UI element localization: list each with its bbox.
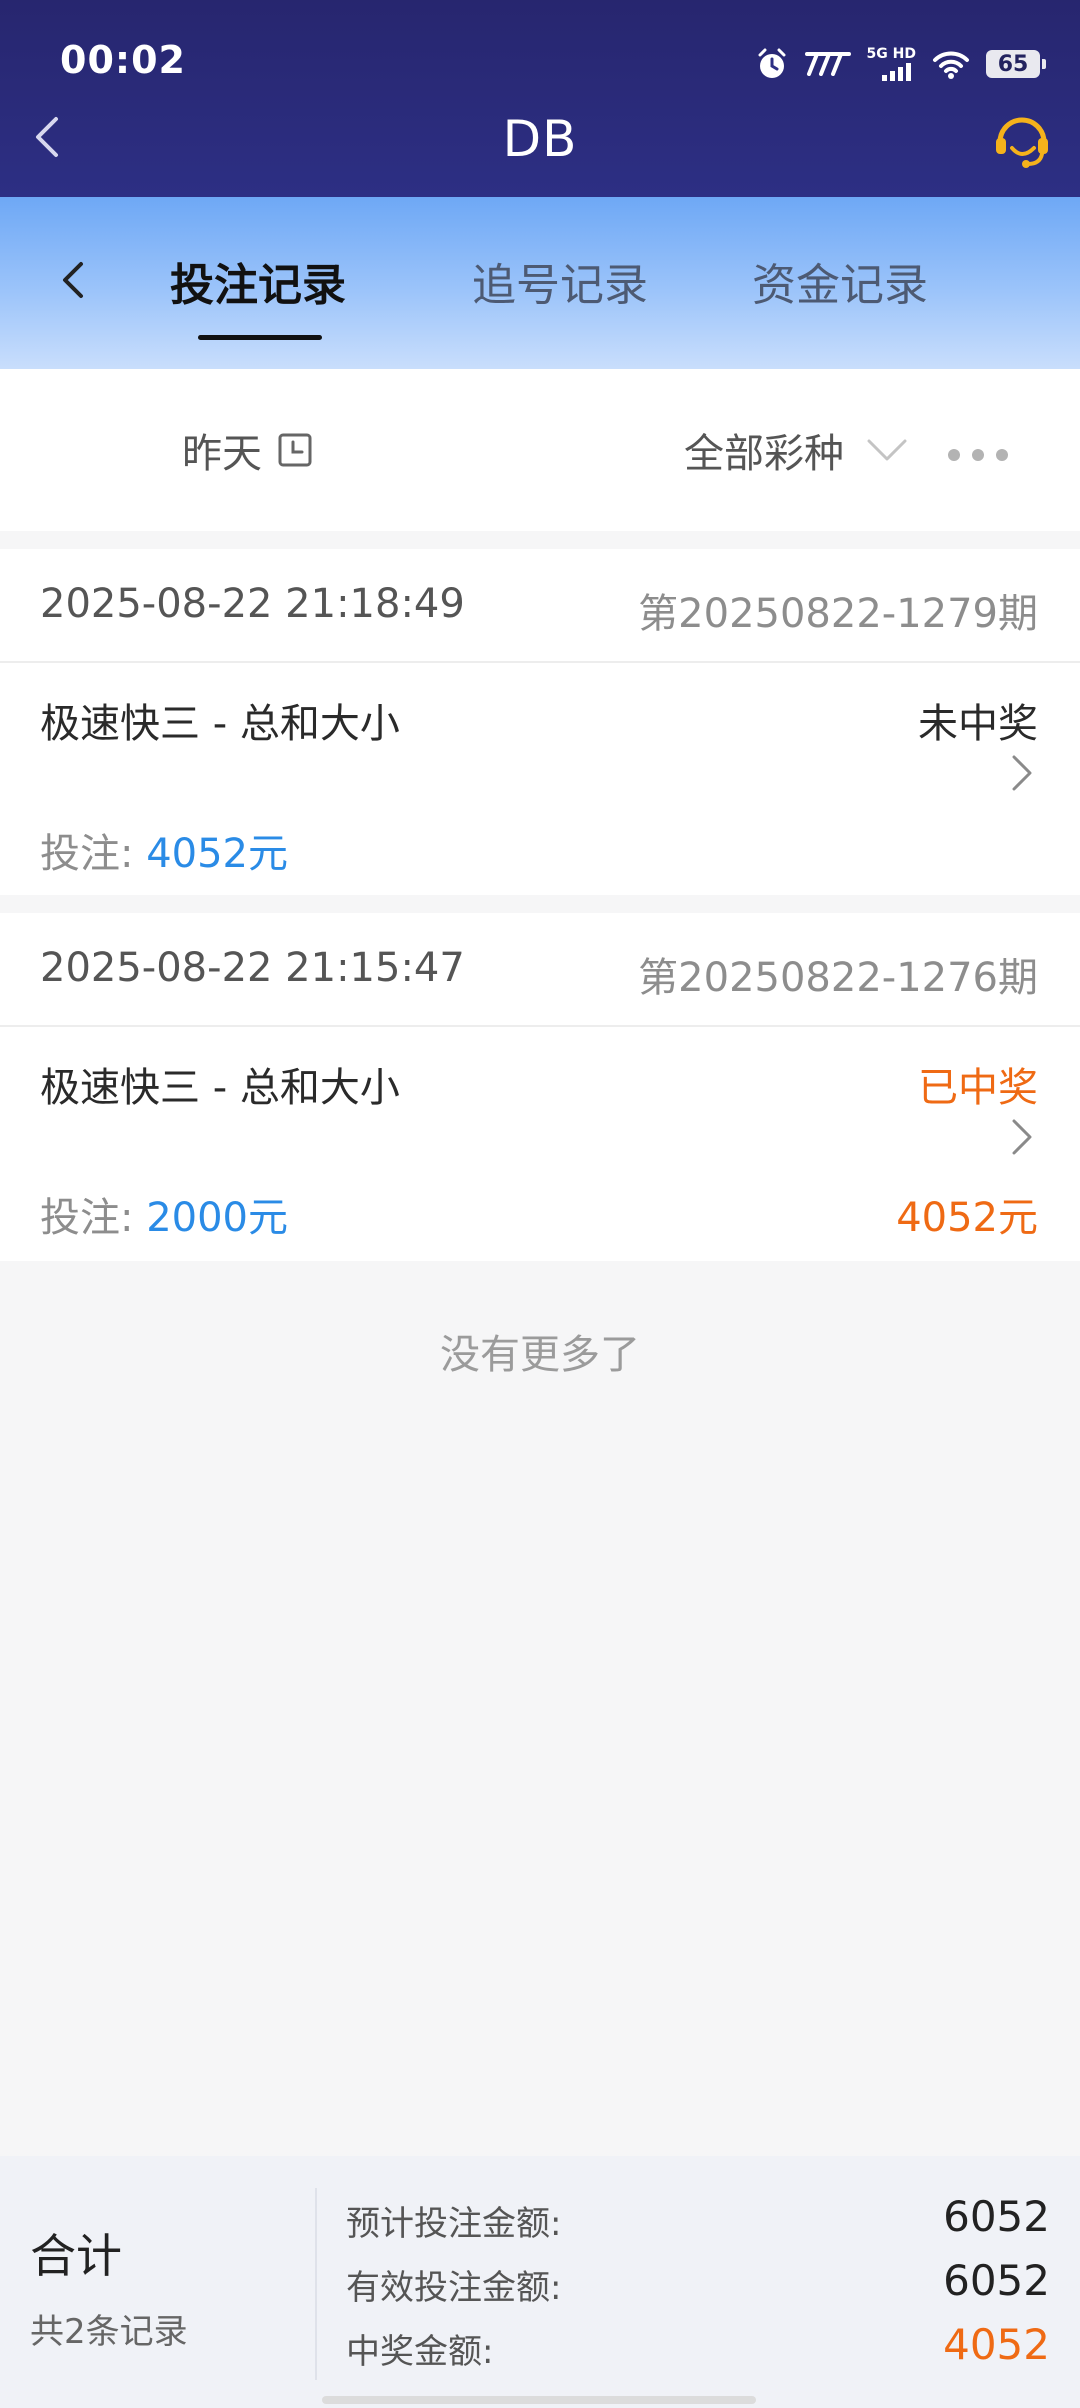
active-tab-indicator [198, 335, 322, 340]
valid-bet-row: 有效投注金额: 6052 [346, 2256, 1050, 2312]
lottery-filter-label: 全部彩种 [684, 431, 844, 477]
win-amount: 4052元 [896, 1195, 1038, 1241]
record-game: 极速快三 - 总和大小 [40, 1065, 400, 1111]
battery-icon: 65 [986, 50, 1046, 78]
date-filter[interactable]: 昨天 [182, 421, 312, 479]
valid-bet-label: 有效投注金额: [346, 2268, 562, 2308]
status-time: 00:02 [60, 38, 186, 82]
filter-bar: 昨天 全部彩种 [0, 369, 1080, 531]
tab-fund-records[interactable]: 资金记录 [752, 249, 928, 313]
record-period: 第20250822-1276期 [638, 955, 1038, 1001]
record-bet: 投注: 4052元 [40, 831, 288, 877]
record-tabs: 投注记录 追号记录 资金记录 [0, 197, 1080, 369]
chevron-down-icon [867, 439, 907, 461]
tab-bet-records[interactable]: 投注记录 [170, 249, 346, 313]
record-header: 2025-08-22 21:15:47 第20250822-1276期 [0, 913, 1080, 1027]
record-game: 极速快三 - 总和大小 [40, 701, 400, 747]
win-total-label: 中奖金额: [346, 2332, 494, 2372]
page-title: DB [502, 110, 578, 168]
wifi-icon [933, 51, 969, 79]
signal-icon [882, 63, 911, 81]
valid-bet-value: 6052 [943, 2256, 1050, 2305]
chevron-right-icon [1012, 755, 1032, 791]
summary-divider [315, 2188, 317, 2380]
summary-footer: 合计 共2条记录 预计投注金额: 6052 有效投注金额: 6052 中奖金额:… [0, 2156, 1080, 2408]
chevron-left-icon [63, 262, 83, 298]
app-header: 00:02 5G HD 65 DB [0, 0, 1080, 197]
record-status: 未中奖 [918, 701, 1038, 747]
bet-amount: 2000元 [146, 1195, 288, 1241]
more-dot-icon [948, 449, 960, 461]
alarm-icon [758, 48, 786, 78]
bet-record-card[interactable]: 2025-08-22 21:18:49 第20250822-1279期 极速快三… [0, 549, 1080, 895]
network-label: 5G HD [867, 47, 916, 81]
customer-service-button[interactable] [990, 108, 1054, 172]
clock-icon [278, 433, 312, 467]
record-count: 共2条记录 [30, 2312, 188, 2352]
more-options-button[interactable] [948, 449, 1008, 461]
volte-icon [804, 52, 851, 76]
no-more-text: 没有更多了 [440, 1332, 640, 1378]
expected-bet-value: 6052 [943, 2192, 1050, 2241]
record-time: 2025-08-22 21:15:47 [40, 945, 465, 991]
tab-chase-records[interactable]: 追号记录 [472, 249, 648, 313]
record-bet: 投注: 2000元 [40, 1195, 288, 1241]
record-period: 第20250822-1279期 [638, 591, 1038, 637]
expected-bet-label: 预计投注金额: [346, 2204, 562, 2244]
chevron-right-icon [1012, 1119, 1032, 1155]
tab-back-button[interactable] [48, 255, 98, 305]
lottery-filter[interactable]: 全部彩种 [684, 421, 908, 479]
expected-bet-row: 预计投注金额: 6052 [346, 2192, 1050, 2248]
summary-title: 合计 [30, 2229, 122, 2283]
headset-icon [996, 117, 1048, 168]
more-dot-icon [972, 449, 984, 461]
record-status: 已中奖 [918, 1065, 1038, 1111]
record-time: 2025-08-22 21:18:49 [40, 581, 465, 627]
record-header: 2025-08-22 21:18:49 第20250822-1279期 [0, 549, 1080, 663]
status-icons: 5G HD 65 [755, 44, 1046, 84]
date-filter-label: 昨天 [182, 431, 262, 477]
more-dot-icon [996, 449, 1008, 461]
win-total-row: 中奖金额: 4052 [346, 2320, 1050, 2376]
win-total-value: 4052 [943, 2320, 1050, 2369]
bet-amount: 4052元 [146, 831, 288, 877]
bet-record-card[interactable]: 2025-08-22 21:15:47 第20250822-1276期 极速快三… [0, 913, 1080, 1261]
home-indicator[interactable] [322, 2396, 756, 2404]
